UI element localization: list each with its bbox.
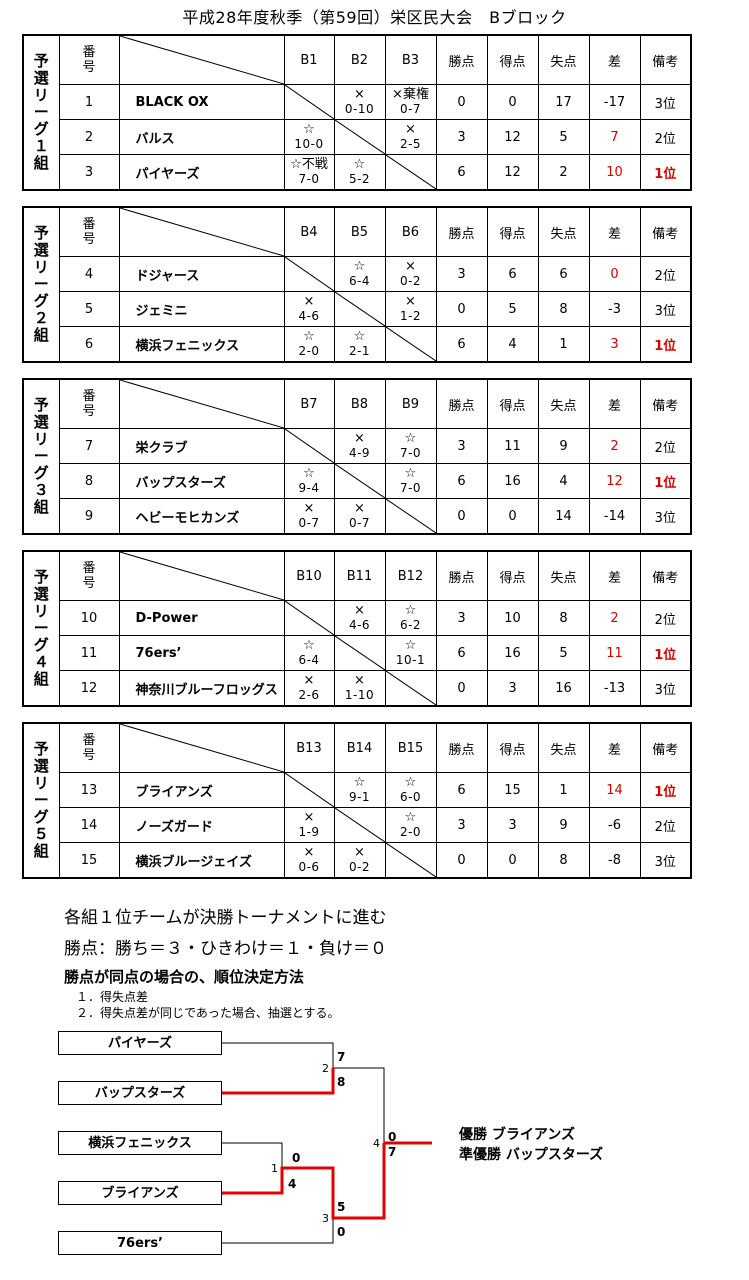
score-m3-top: 5 (337, 1200, 346, 1214)
bracket-lines (222, 1042, 432, 1244)
match-label-2: 2 (322, 1062, 329, 1075)
score-m1-bottom: 4 (288, 1177, 297, 1191)
score-m1-top: 0 (292, 1151, 301, 1165)
score-m3-bottom: 0 (337, 1225, 346, 1239)
result-winner: 優勝 ブライアンズ (459, 1127, 576, 1143)
match-label-3: 3 (322, 1212, 329, 1225)
score-m2-bottom: 8 (337, 1075, 346, 1089)
result-runnerup: 準優勝 バップスターズ (459, 1147, 604, 1163)
score-m2-top: 7 (337, 1050, 346, 1064)
match-label-1: 1 (271, 1162, 278, 1175)
score-m4-top: 0 (388, 1130, 397, 1144)
match-label-4: 4 (373, 1137, 380, 1150)
win-path-m2 (222, 1068, 335, 1095)
score-m4-bottom: 7 (388, 1145, 397, 1159)
